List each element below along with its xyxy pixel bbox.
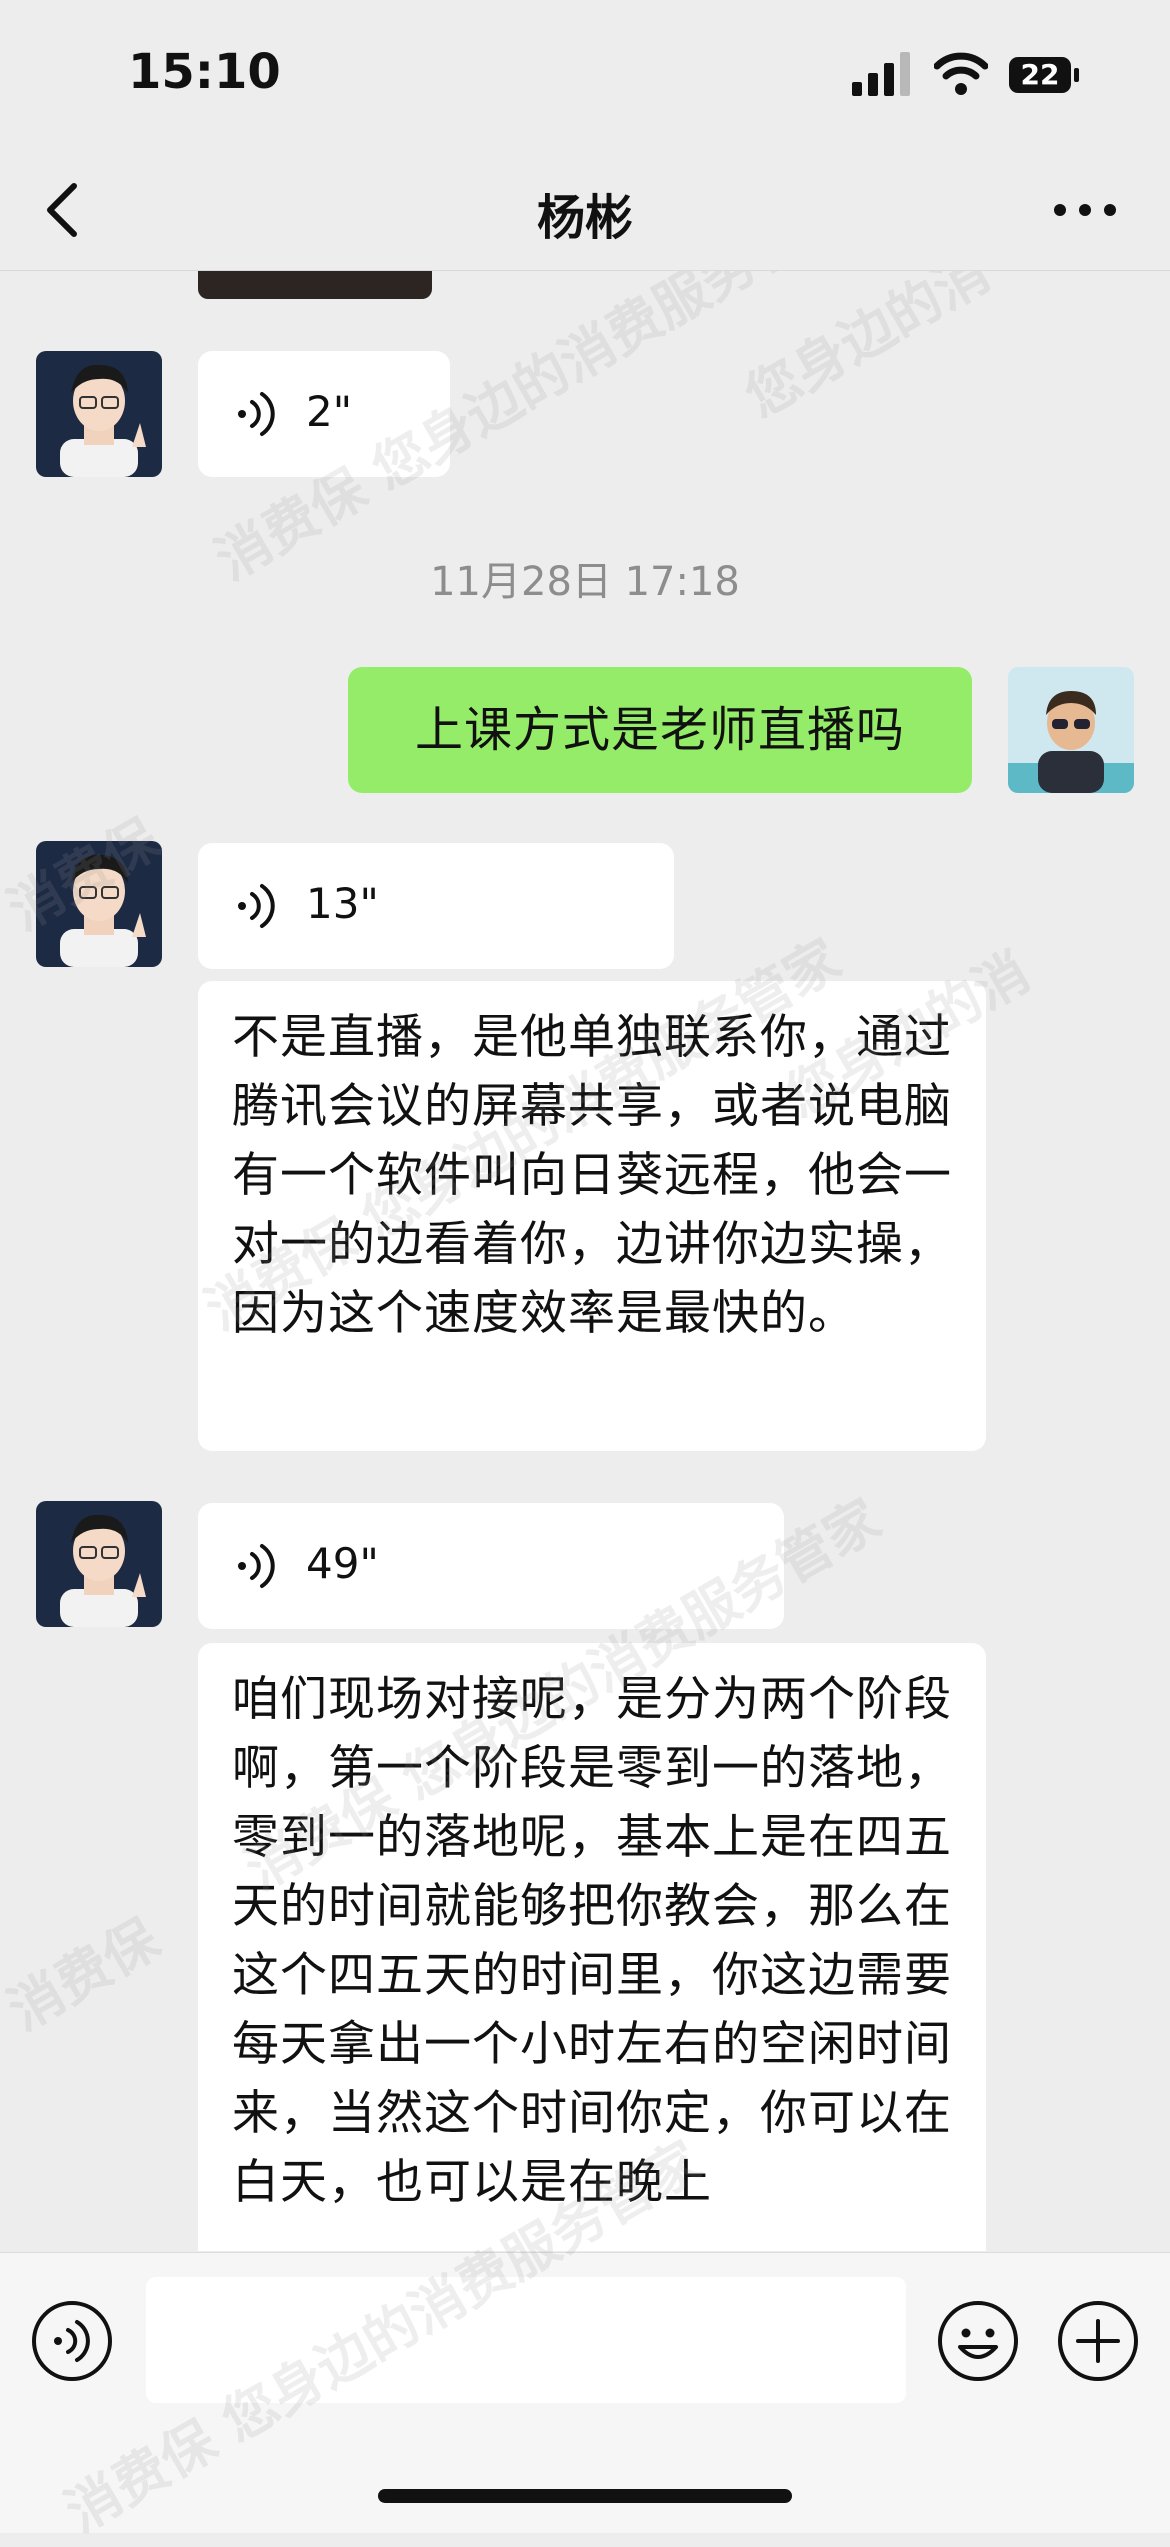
- voice-transcript[interactable]: 不是直播，是他单独联系你，通过腾讯会议的屏幕共享，或者说电脑有一个软件叫向日葵远…: [198, 981, 986, 1451]
- voice-message[interactable]: 2": [198, 351, 450, 477]
- battery-icon: 22: [1008, 56, 1080, 94]
- voice-duration: 2": [306, 387, 353, 436]
- contact-avatar[interactable]: [36, 1501, 162, 1627]
- cellular-signal-icon: [852, 52, 910, 96]
- message-text: 咱们现场对接呢，是分为两个阶段啊，第一个阶段是零到一的落地，零到一的落地呢，基本…: [232, 1672, 952, 2210]
- message-text: 不是直播，是他单独联系你，通过腾讯会议的屏幕共享，或者说电脑有一个软件叫向日葵远…: [232, 1010, 952, 1341]
- plus-icon[interactable]: [1056, 2299, 1140, 2383]
- emoji-icon[interactable]: [936, 2299, 1020, 2383]
- input-bar: 消费保 您身边的消费服务管家: [0, 2129, 1170, 2544]
- voice-icon[interactable]: [30, 2299, 114, 2383]
- voice-duration: 13": [306, 879, 379, 928]
- status-time: 15:10: [128, 44, 281, 100]
- watermark: 消费保: [0, 1907, 170, 2043]
- sent-text-message[interactable]: 上课方式是老师直播吗: [348, 667, 972, 793]
- video-message-thumbnail[interactable]: [198, 271, 432, 299]
- voice-message[interactable]: 49": [198, 1503, 784, 1629]
- nav-bar: 杨彬: [0, 150, 1170, 271]
- status-bar: 15:10 22: [0, 0, 1170, 150]
- voice-wave-icon: [238, 392, 275, 436]
- message-timestamp: 11月28日 17:18: [430, 559, 740, 605]
- voice-wave-icon: [238, 1544, 275, 1588]
- contact-avatar[interactable]: [36, 351, 162, 477]
- message-input[interactable]: [146, 2277, 906, 2403]
- chat-title[interactable]: 杨彬: [0, 178, 1170, 248]
- voice-message[interactable]: 13": [198, 843, 674, 969]
- voice-transcript[interactable]: 咱们现场对接呢，是分为两个阶段啊，第一个阶段是零到一的落地，零到一的落地呢，基本…: [198, 1643, 986, 2251]
- home-indicator: [378, 2489, 792, 2503]
- voice-wave-icon: [238, 884, 275, 928]
- chat-area[interactable]: 2" 11月28日 17:18 上课方式是老师直播吗 13" 不是直播，是他单独…: [0, 271, 1170, 2251]
- watermark: 您身边的消: [734, 271, 1001, 430]
- ellipsis-icon[interactable]: [1050, 198, 1120, 222]
- voice-duration: 49": [306, 1539, 379, 1588]
- my-avatar[interactable]: [1008, 667, 1134, 793]
- message-text: 上课方式是老师直播吗: [414, 702, 905, 758]
- battery-level: 22: [1020, 58, 1060, 91]
- contact-avatar[interactable]: [36, 841, 162, 967]
- wifi-icon: [934, 52, 988, 95]
